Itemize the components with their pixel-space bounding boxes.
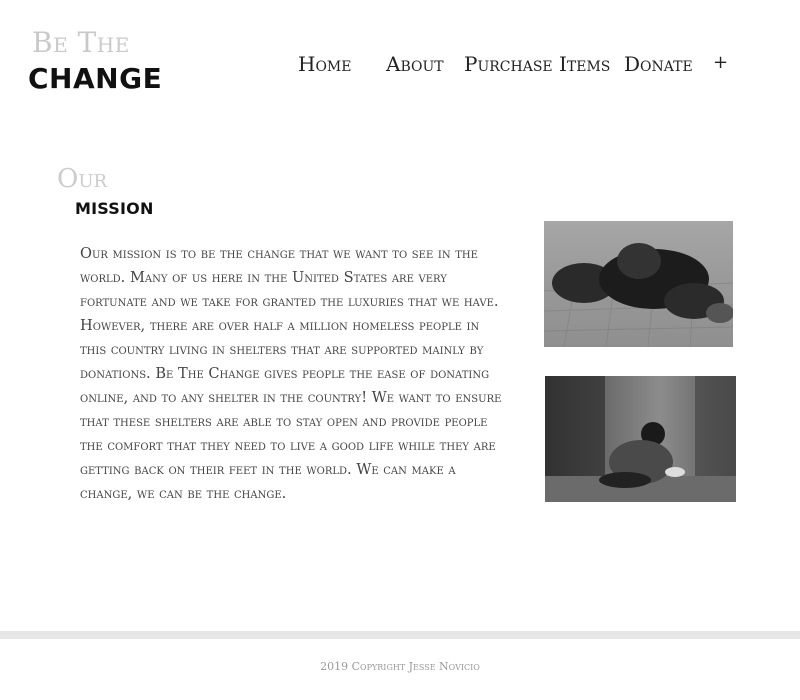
logo-text-top[interactable]: Be The	[32, 26, 130, 59]
nav-home-link[interactable]: Home	[298, 52, 351, 76]
nav-purchase-items-link[interactable]: Purchase Items	[464, 52, 610, 76]
mission-paragraph: Our mission is to be the change that we …	[80, 245, 502, 502]
page: Be The CHANGE Home About Purchase Items …	[0, 0, 800, 700]
footer-divider	[0, 631, 800, 639]
homeless-person-kneeling-photo	[545, 376, 736, 502]
logo-text-bottom[interactable]: CHANGE	[28, 62, 162, 95]
homeless-person-sleeping-photo	[544, 221, 733, 347]
nav-about-link[interactable]: About	[386, 52, 444, 76]
mission-heading-bold: mission	[75, 199, 154, 218]
mission-heading-small: Our	[57, 164, 108, 194]
footer-copyright: 2019 Copyright Jesse Novicio	[320, 660, 480, 673]
nav-donate-link[interactable]: Donate	[624, 52, 693, 76]
nav-more-button[interactable]: +	[713, 52, 728, 73]
